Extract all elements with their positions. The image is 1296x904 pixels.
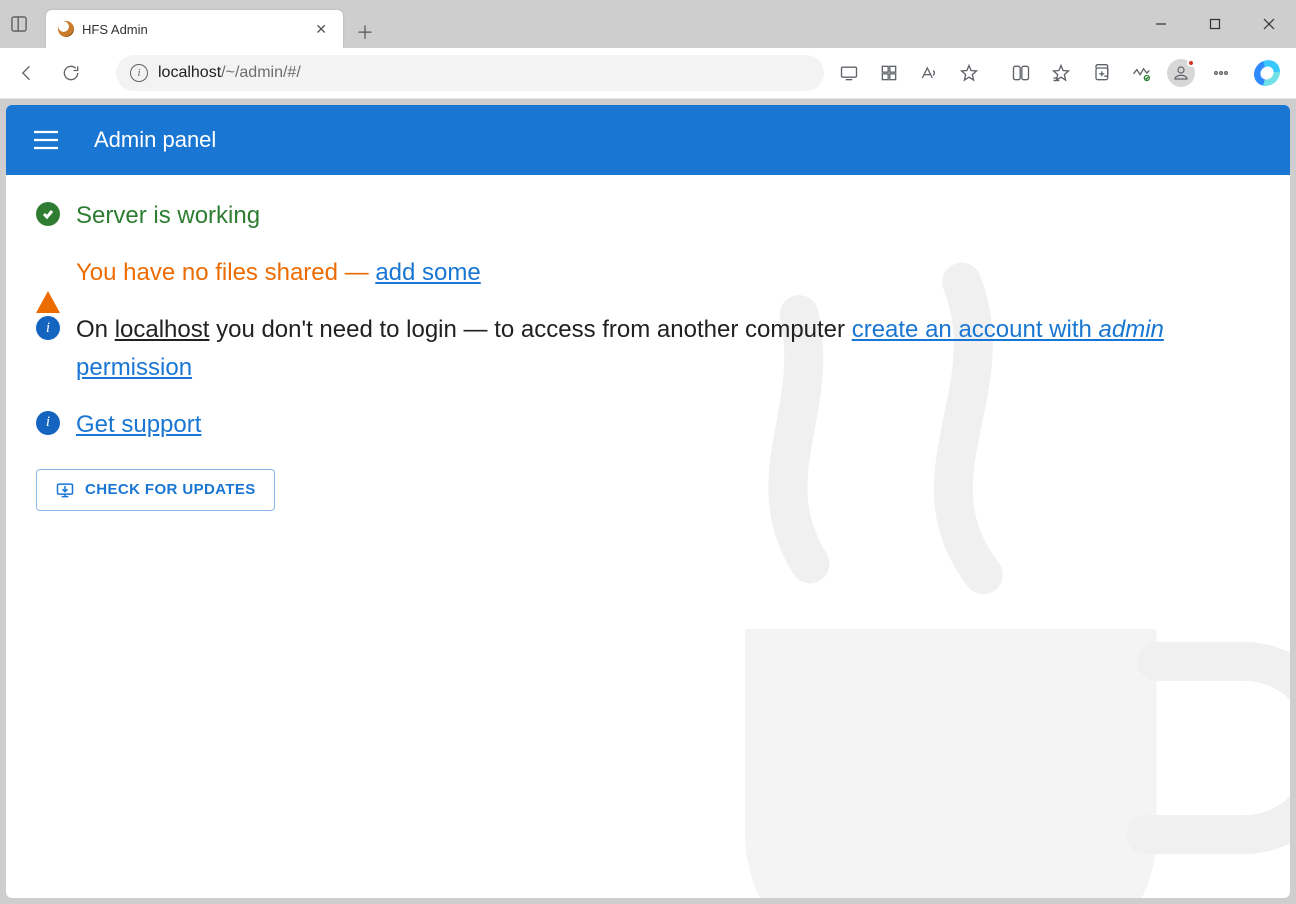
toolbar-right-icons bbox=[830, 54, 1288, 92]
address-bar[interactable]: i localhost/~/admin/#/ bbox=[116, 55, 824, 91]
tab-actions-button[interactable] bbox=[0, 5, 38, 43]
browser-window: HFS Admin ✕ ＋ i localhost/~/admin/#/ bbox=[0, 0, 1296, 904]
profile-avatar[interactable] bbox=[1162, 54, 1200, 92]
menu-icon[interactable] bbox=[22, 116, 70, 164]
server-status-row: Server is working bbox=[36, 197, 1260, 234]
localhost-prefix: On bbox=[76, 316, 115, 343]
no-files-prefix: You have no files shared — bbox=[76, 259, 375, 286]
url-path: /~/admin/#/ bbox=[221, 64, 301, 81]
add-some-link[interactable]: add some bbox=[375, 259, 480, 286]
localhost-info-row: i On localhost you don't need to login —… bbox=[36, 311, 1260, 385]
url-text: localhost/~/admin/#/ bbox=[158, 64, 301, 82]
browser-toolbar: i localhost/~/admin/#/ bbox=[0, 48, 1296, 98]
window-controls bbox=[1134, 0, 1296, 48]
desktop-app-icon[interactable] bbox=[830, 54, 868, 92]
url-host: localhost bbox=[158, 64, 221, 81]
read-aloud-icon[interactable] bbox=[910, 54, 948, 92]
site-info-icon[interactable]: i bbox=[130, 64, 148, 82]
new-tab-button[interactable]: ＋ bbox=[349, 16, 381, 48]
split-screen-icon[interactable] bbox=[1002, 54, 1040, 92]
info-icon: i bbox=[36, 316, 62, 342]
create-account-link-part-a: create an account with bbox=[852, 316, 1099, 343]
app-bar: Admin panel bbox=[6, 105, 1290, 175]
tab-close-button[interactable]: ✕ bbox=[311, 20, 331, 38]
performance-icon[interactable] bbox=[1122, 54, 1160, 92]
app-title: Admin panel bbox=[94, 127, 216, 153]
browser-tab[interactable]: HFS Admin ✕ bbox=[46, 10, 343, 48]
titlebar: HFS Admin ✕ ＋ bbox=[0, 0, 1296, 48]
get-support-link[interactable]: Get support bbox=[76, 406, 201, 443]
window-close-button[interactable] bbox=[1242, 0, 1296, 48]
create-account-link-em: admin bbox=[1099, 316, 1164, 343]
check-circle-icon bbox=[36, 202, 62, 228]
info-icon: i bbox=[36, 411, 62, 437]
page-body: Server is working You have no files shar… bbox=[6, 175, 1290, 898]
page-viewport: Admin panel Server is working bbox=[6, 105, 1290, 898]
copilot-icon[interactable] bbox=[1250, 56, 1284, 90]
collections-icon[interactable] bbox=[1082, 54, 1120, 92]
localhost-mid: you don't need to login — to access from… bbox=[209, 316, 851, 343]
back-button[interactable] bbox=[8, 54, 46, 92]
localhost-word: localhost bbox=[115, 316, 210, 343]
more-menu-icon[interactable] bbox=[1202, 54, 1240, 92]
server-status-text: Server is working bbox=[76, 197, 260, 234]
check-for-updates-button[interactable]: CHECK FOR UPDATES bbox=[36, 469, 275, 511]
check-for-updates-label: CHECK FOR UPDATES bbox=[85, 481, 256, 498]
refresh-button[interactable] bbox=[52, 54, 90, 92]
support-row: i Get support bbox=[36, 406, 1260, 443]
warning-icon bbox=[36, 259, 62, 285]
favorites-list-icon[interactable] bbox=[1042, 54, 1080, 92]
tab-favicon bbox=[58, 21, 74, 37]
localhost-info-text: On localhost you don't need to login — t… bbox=[76, 311, 1260, 385]
tab-title: HFS Admin bbox=[82, 22, 303, 37]
grid-icon[interactable] bbox=[870, 54, 908, 92]
tab-strip: HFS Admin ✕ ＋ bbox=[38, 0, 1134, 48]
content-area: Admin panel Server is working bbox=[0, 99, 1296, 904]
favorite-star-icon[interactable] bbox=[950, 54, 988, 92]
update-download-icon bbox=[55, 480, 75, 500]
no-files-text: You have no files shared — add some bbox=[76, 254, 481, 291]
window-minimize-button[interactable] bbox=[1134, 0, 1188, 48]
window-maximize-button[interactable] bbox=[1188, 0, 1242, 48]
create-account-link-part-b: permission bbox=[76, 354, 192, 381]
no-files-row: You have no files shared — add some bbox=[36, 254, 1260, 291]
